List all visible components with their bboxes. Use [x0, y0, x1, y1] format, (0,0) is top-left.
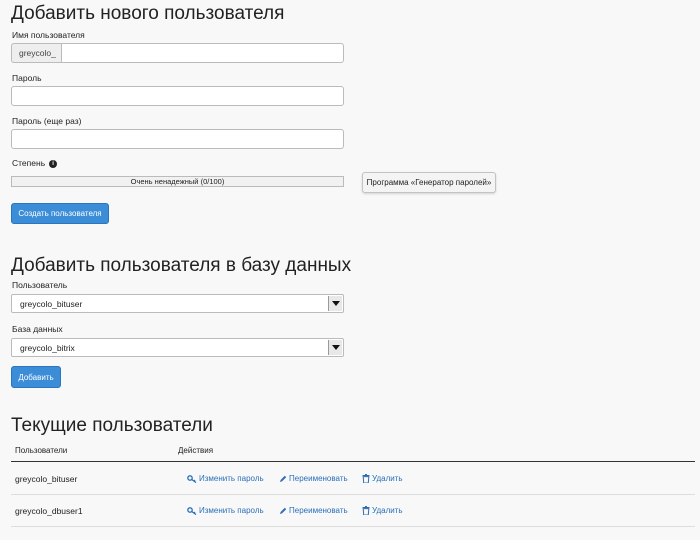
rename-link[interactable]: Переименовать — [279, 506, 348, 515]
change-password-link[interactable]: Изменить пароль — [187, 474, 264, 483]
create-user-button[interactable]: Создать пользователя — [11, 203, 109, 224]
add-to-db-button[interactable]: Добавить — [11, 366, 61, 388]
password-again-label: Пароль (еще раз) — [12, 116, 82, 126]
trash-icon — [362, 474, 370, 483]
db-select-label: База данных — [12, 324, 63, 334]
current-users-title: Текущие пользователи — [11, 415, 213, 436]
key-icon — [187, 474, 197, 483]
info-icon[interactable]: i — [49, 159, 58, 168]
change-password-label: Изменить пароль — [199, 506, 264, 515]
pencil-icon — [280, 475, 287, 482]
password-label: Пароль — [12, 73, 42, 83]
rename-label: Переименовать — [289, 474, 348, 483]
rename-link[interactable]: Переименовать — [279, 474, 348, 483]
db-select-value: greycolo_bitrix — [20, 342, 75, 353]
change-password-link[interactable]: Изменить пароль — [187, 506, 264, 515]
chevron-down-icon[interactable] — [328, 296, 342, 311]
password-generator-button[interactable]: Программа «Генератор паролей» — [362, 172, 496, 193]
column-header-users: Пользователи — [15, 446, 68, 455]
strength-label-row: Степень i — [12, 158, 58, 168]
key-icon — [187, 506, 197, 515]
user-select-label: Пользователь — [12, 280, 68, 290]
database-select[interactable]: greycolo_bitrix — [11, 338, 344, 357]
add-to-db-title: Добавить пользователя в базу данных — [11, 255, 352, 276]
chevron-down-icon[interactable] — [328, 340, 342, 355]
add-user-title: Добавить нового пользователя — [11, 3, 285, 24]
delete-link[interactable]: Удалить — [362, 474, 403, 483]
user-select[interactable]: greycolo_bituser — [11, 294, 344, 313]
row-divider — [11, 526, 695, 527]
table-header-divider — [11, 461, 695, 462]
username-label: Имя пользователя — [12, 30, 85, 40]
table-row-username: greycolo_dbuser1 — [15, 506, 83, 516]
change-password-label: Изменить пароль — [199, 474, 264, 483]
rename-label: Переименовать — [289, 506, 348, 515]
table-row-username: greycolo_bituser — [15, 474, 78, 484]
strength-label: Степень — [12, 158, 46, 168]
user-select-value: greycolo_bituser — [20, 298, 83, 309]
column-header-actions: Действия — [178, 446, 214, 455]
delete-link[interactable]: Удалить — [362, 506, 403, 515]
row-divider — [11, 494, 695, 495]
trash-icon — [362, 506, 370, 515]
password-again-input[interactable] — [11, 129, 344, 149]
password-input[interactable] — [11, 86, 344, 106]
delete-label: Удалить — [372, 506, 403, 515]
delete-label: Удалить — [372, 474, 403, 483]
pencil-icon — [280, 507, 287, 514]
password-strength-meter: Очень ненадежный (0/100) — [11, 176, 344, 187]
username-prefix: greycolo_ — [11, 43, 62, 63]
username-input[interactable] — [61, 43, 344, 63]
